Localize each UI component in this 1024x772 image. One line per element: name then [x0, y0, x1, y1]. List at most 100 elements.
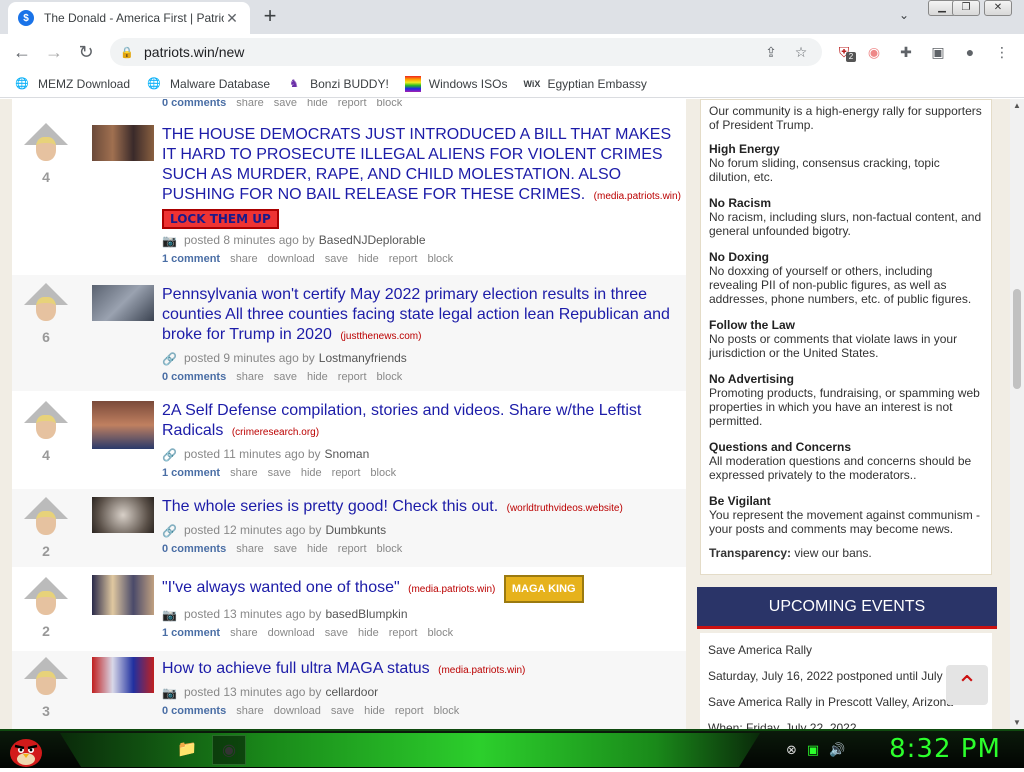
hide-link[interactable]: hide	[307, 371, 328, 383]
vote-widget[interactable]: 4	[24, 123, 68, 185]
menu-kebab-icon[interactable]: ⋮	[992, 42, 1012, 62]
post-thumbnail[interactable]	[92, 125, 154, 161]
post-domain[interactable]: (media.patriots.win)	[594, 191, 681, 202]
hide-link[interactable]: hide	[358, 253, 379, 265]
save-link[interactable]: save	[325, 253, 348, 265]
side-panel-icon[interactable]: ▣	[928, 42, 948, 62]
share-link[interactable]: share	[236, 543, 264, 555]
comments-link[interactable]: 0 comments	[162, 543, 226, 555]
hide-link[interactable]: hide	[307, 99, 328, 109]
network-icon[interactable]: ⊗	[786, 742, 797, 758]
event-item[interactable]: Save America Rally in Prescott Valley, A…	[708, 695, 984, 709]
back-button[interactable]: ←	[10, 40, 34, 64]
block-link[interactable]: block	[377, 99, 403, 109]
share-link[interactable]: share	[236, 371, 264, 383]
save-link[interactable]: save	[274, 543, 297, 555]
forward-button[interactable]: →	[42, 40, 66, 64]
block-link[interactable]: block	[377, 371, 403, 383]
vote-widget[interactable]: 4	[24, 401, 68, 463]
chevron-down-icon[interactable]: ⌄	[894, 8, 914, 28]
close-window-button[interactable]: ✕	[984, 0, 1012, 16]
taskbar-clock[interactable]: 8:32 PM	[880, 734, 1010, 764]
vote-widget[interactable]: 2	[24, 577, 68, 639]
pride-extension-icon[interactable]: ◉	[864, 42, 884, 62]
post-author[interactable]: cellardoor	[325, 685, 378, 699]
bookmark-malware-database[interactable]: 🌐 Malware Database	[146, 76, 270, 92]
scrollbar-thumb[interactable]	[1013, 289, 1021, 389]
save-link[interactable]: save	[325, 627, 348, 639]
page-scrollbar[interactable]: ▲ ▼	[1010, 99, 1024, 729]
post-thumbnail[interactable]	[92, 657, 154, 693]
reload-button[interactable]: ↻	[74, 40, 98, 64]
hide-link[interactable]: hide	[364, 705, 385, 717]
bookmark-bonzi-buddy[interactable]: ♞ Bonzi BUDDY!	[286, 76, 389, 92]
block-link[interactable]: block	[370, 467, 396, 479]
close-icon[interactable]: ✕	[224, 10, 240, 27]
block-link[interactable]: block	[434, 705, 460, 717]
share-icon[interactable]: ⇪	[760, 44, 782, 61]
block-link[interactable]: block	[428, 627, 454, 639]
share-link[interactable]: share	[236, 99, 264, 109]
bookmark-star-icon[interactable]: ☆	[790, 44, 812, 61]
post-author[interactable]: basedBlumpkin	[325, 607, 407, 621]
save-link[interactable]: save	[331, 705, 354, 717]
post-title[interactable]: "I've always wanted one of those"	[162, 579, 400, 596]
bookmark-memz[interactable]: 🌐 MEMZ Download	[14, 76, 130, 92]
hide-link[interactable]: hide	[307, 543, 328, 555]
view-bans-link[interactable]: view our bans.	[794, 546, 871, 560]
share-link[interactable]: share	[230, 467, 258, 479]
profile-avatar-icon[interactable]: ●	[960, 42, 980, 62]
block-link[interactable]: block	[377, 543, 403, 555]
upvote-trump-icon[interactable]	[24, 657, 68, 701]
vote-widget[interactable]: 3	[24, 657, 68, 719]
vote-widget[interactable]: 6	[24, 283, 68, 345]
post-domain[interactable]: (media.patriots.win)	[408, 584, 495, 595]
comments-link[interactable]: 1 comment	[162, 253, 220, 265]
comments-link[interactable]: 0 comments	[162, 99, 226, 109]
share-link[interactable]: share	[236, 705, 264, 717]
post-author[interactable]: Snoman	[325, 447, 370, 461]
upvote-trump-icon[interactable]	[24, 497, 68, 541]
upvote-trump-icon[interactable]	[24, 283, 68, 327]
download-link[interactable]: download	[274, 705, 321, 717]
chrome-taskbar-icon[interactable]: ◉	[212, 735, 246, 765]
share-link[interactable]: share	[230, 627, 258, 639]
file-explorer-icon[interactable]: 📁	[170, 735, 204, 765]
new-tab-button[interactable]: +	[258, 5, 282, 29]
bookmark-windows-isos[interactable]: Windows ISOs	[404, 75, 507, 92]
save-link[interactable]: save	[274, 371, 297, 383]
scroll-to-top-button[interactable]: ⌃	[946, 665, 988, 705]
comments-link[interactable]: 0 comments	[162, 371, 226, 383]
block-link[interactable]: block	[428, 253, 454, 265]
report-link[interactable]: report	[395, 705, 424, 717]
post-author[interactable]: Dumbkunts	[325, 523, 386, 537]
post-title[interactable]: How to achieve full ultra MAGA status	[162, 660, 430, 677]
vote-widget[interactable]: 2	[24, 497, 68, 559]
scroll-up-arrow-icon[interactable]: ▲	[1010, 101, 1024, 110]
save-link[interactable]: save	[274, 99, 297, 109]
event-item[interactable]: Save America Rally	[708, 643, 984, 657]
battery-icon[interactable]: ▣	[807, 742, 819, 758]
hide-link[interactable]: hide	[358, 627, 379, 639]
post-domain[interactable]: (justthenews.com)	[340, 331, 421, 342]
download-link[interactable]: download	[268, 253, 315, 265]
post-author[interactable]: BasedNJDeplorable	[319, 233, 426, 247]
upvote-trump-icon[interactable]	[24, 401, 68, 445]
comments-link[interactable]: 1 comment	[162, 627, 220, 639]
report-link[interactable]: report	[332, 467, 361, 479]
download-link[interactable]: download	[268, 627, 315, 639]
save-link[interactable]: save	[268, 467, 291, 479]
post-title[interactable]: The whole series is pretty good! Check t…	[162, 498, 498, 515]
post-author[interactable]: Lostmanyfriends	[319, 351, 407, 365]
upvote-trump-icon[interactable]	[24, 577, 68, 621]
upvote-trump-icon[interactable]	[24, 123, 68, 167]
post-thumbnail[interactable]	[92, 575, 154, 615]
browser-tab[interactable]: $ The Donald - America First | Patriots.…	[8, 2, 250, 34]
post-domain[interactable]: (crimeresearch.org)	[232, 427, 319, 438]
report-link[interactable]: report	[389, 627, 418, 639]
post-domain[interactable]: (worldtruthvideos.website)	[507, 503, 623, 514]
report-link[interactable]: report	[338, 371, 367, 383]
puzzle-extensions-icon[interactable]: ✚	[896, 42, 916, 62]
start-button[interactable]	[6, 731, 46, 769]
bookmark-egyptian-embassy[interactable]: WiX Egyptian Embassy	[523, 76, 646, 92]
